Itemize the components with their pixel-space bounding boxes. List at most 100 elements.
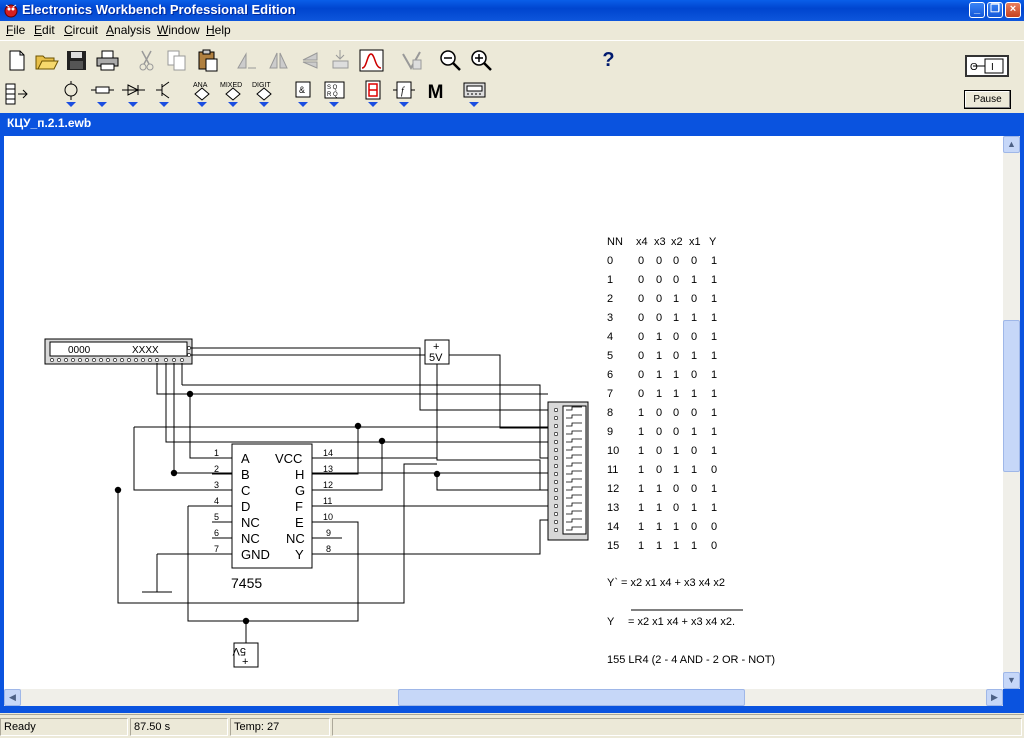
truth-table-cell: 0	[691, 483, 698, 495]
formula-y-lhs: Y	[607, 616, 615, 628]
truth-table-cell: 1	[711, 426, 718, 438]
truth-table-cell: 0	[638, 274, 645, 286]
horizontal-scroll-thumb[interactable]	[398, 689, 745, 706]
menu-help[interactable]: Help	[206, 23, 231, 37]
truth-table-cell: 0	[638, 369, 645, 381]
svg-text:Y: Y	[295, 547, 304, 562]
sources-bin-button[interactable]	[57, 79, 86, 109]
truth-table-cell: 1	[673, 521, 680, 533]
new-file-button[interactable]	[2, 46, 31, 75]
menu-bar: File Edit Circuit Analysis Window Help	[0, 21, 1024, 40]
truth-table-cell: 1	[673, 312, 680, 324]
open-file-button[interactable]	[32, 46, 61, 75]
truth-table-cell: 0	[656, 445, 663, 457]
schematic-canvas[interactable]: 0000 XXXX + 5V 5V + 1 2 3 4 5 6 7 A B C …	[4, 136, 1003, 689]
truth-table-cell: 1	[638, 483, 645, 495]
instruments-bin-button[interactable]	[460, 79, 489, 109]
floppy-disk-icon	[67, 51, 86, 70]
parts-bin-icon	[5, 83, 28, 105]
menu-circuit[interactable]: Circuit	[64, 23, 98, 37]
flip-flop-icon: S QR Q	[324, 81, 345, 107]
digital-ics-bin-button[interactable]: DIGIT	[250, 79, 279, 109]
minimize-button[interactable]: _	[969, 2, 985, 18]
vertical-scrollbar[interactable]: ▲ ▼	[1003, 136, 1020, 689]
indicators-bin-button[interactable]	[359, 79, 388, 109]
menu-window[interactable]: Window	[157, 23, 200, 37]
truth-table-cell: 1	[711, 350, 718, 362]
bode-plotter-button[interactable]	[357, 46, 386, 75]
open-folder-icon	[35, 55, 59, 70]
truth-table-cell: 0	[638, 293, 645, 305]
svg-text:NC: NC	[241, 531, 260, 546]
truth-table-cell: 1	[691, 312, 698, 324]
schematic-diagram: 0000 XXXX + 5V 5V + 1 2 3 4 5 6 7 A B C …	[44, 338, 743, 668]
analog-ic-icon: ANA	[193, 82, 210, 107]
truth-table-cell: 1	[656, 502, 663, 514]
truth-table-cell: 0	[711, 540, 718, 552]
controls-bin-button[interactable]: f	[390, 79, 419, 109]
svg-text:14: 14	[323, 448, 333, 458]
menu-analysis[interactable]: Analysis	[106, 23, 151, 37]
zoom-in-button[interactable]	[467, 46, 496, 75]
scroll-right-arrow[interactable]: ▶	[986, 689, 1003, 706]
truth-table-cell: 0	[711, 464, 718, 476]
save-button[interactable]	[62, 46, 91, 75]
svg-text:G: G	[295, 483, 305, 498]
horizontal-scrollbar[interactable]: ◀ ▶	[4, 689, 1003, 706]
transistors-bin-button[interactable]	[150, 79, 179, 109]
help-button[interactable]: ?	[594, 46, 623, 75]
diode-bin-icon	[122, 84, 145, 107]
pause-button[interactable]: Pause	[964, 90, 1011, 109]
digital-bin-button[interactable]: S QR Q	[320, 79, 349, 109]
rotate-button[interactable]	[232, 46, 261, 75]
truth-table-cell: 10	[607, 445, 620, 457]
zoom-out-button[interactable]	[436, 46, 465, 75]
mixed-ics-bin-button[interactable]: MIXED	[219, 79, 248, 109]
close-button[interactable]: ×	[1005, 2, 1021, 18]
diodes-bin-button[interactable]	[119, 79, 148, 109]
menu-file[interactable]: File	[6, 23, 25, 37]
print-button[interactable]	[93, 46, 122, 75]
component-properties-button[interactable]	[326, 46, 355, 75]
svg-text:9: 9	[326, 528, 331, 538]
status-extra	[332, 718, 1022, 736]
parts-bin-toggle-button[interactable]	[2, 79, 31, 109]
flip-horizontal-button[interactable]	[264, 46, 293, 75]
cut-button[interactable]	[132, 46, 161, 75]
logic-gates-bin-button[interactable]: &	[289, 79, 318, 109]
mixed-ic-icon: MIXED	[220, 82, 242, 107]
flip-vertical-button[interactable]	[295, 46, 324, 75]
scroll-left-arrow[interactable]: ◀	[4, 689, 21, 706]
truth-table-cell: 0	[691, 521, 698, 533]
truth-table-cell: 0	[673, 274, 680, 286]
svg-text:MIXED: MIXED	[220, 82, 242, 89]
scroll-up-arrow[interactable]: ▲	[1003, 136, 1020, 153]
menu-edit[interactable]: Edit	[34, 23, 55, 37]
component-properties-icon	[332, 50, 349, 69]
truth-table-cell: 15	[607, 540, 620, 552]
scroll-down-arrow[interactable]: ▼	[1003, 672, 1020, 689]
rotate-icon	[237, 52, 256, 69]
truth-table-cell: 0	[607, 255, 614, 267]
maximize-button[interactable]: ❐	[987, 2, 1003, 18]
truth-table-cell: 1	[638, 445, 645, 457]
svg-text:A: A	[241, 451, 250, 466]
svg-text:13: 13	[323, 464, 333, 474]
analog-ics-bin-button[interactable]: ANA	[188, 79, 217, 109]
copy-button[interactable]	[162, 46, 191, 75]
vertical-scroll-thumb[interactable]	[1003, 320, 1020, 472]
subcircuit-button[interactable]	[397, 46, 426, 75]
truth-table-header: x3	[654, 236, 666, 248]
miscellaneous-bin-button[interactable]: M	[421, 79, 450, 109]
app-icon	[4, 4, 18, 18]
basic-bin-button[interactable]	[88, 79, 117, 109]
truth-table-cell: 1	[638, 540, 645, 552]
power-switch[interactable]: I O	[965, 55, 1009, 77]
truth-table-cell: 0	[656, 464, 663, 476]
generator-right-value: XXXX	[132, 345, 159, 356]
truth-table-cell: 0	[656, 426, 663, 438]
paste-button[interactable]	[193, 46, 222, 75]
truth-table-cell: 9	[607, 426, 614, 438]
resistor-bin-icon	[91, 86, 114, 107]
svg-text:C: C	[241, 483, 250, 498]
